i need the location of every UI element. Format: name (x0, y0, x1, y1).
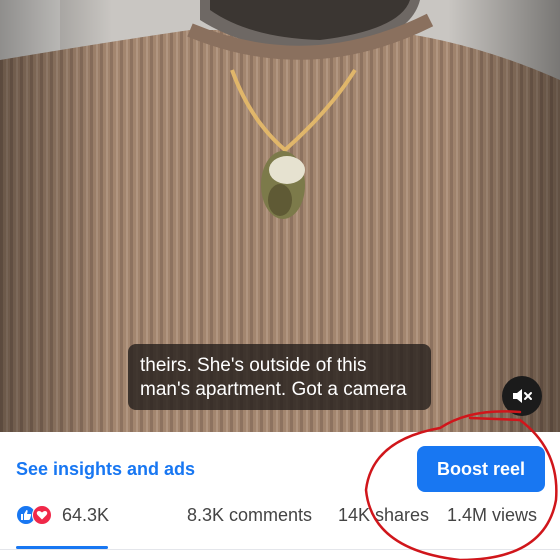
reaction-icons (16, 504, 56, 526)
reactions-summary[interactable]: 64.3K (16, 504, 109, 526)
divider (0, 549, 560, 550)
love-reaction-icon (32, 505, 52, 525)
caption-line-2: man's apartment. Got a camera (140, 379, 407, 400)
boost-reel-button[interactable]: Boost reel (417, 446, 545, 492)
caption-line-1: theirs. She's outside of this (140, 355, 367, 376)
reel-video[interactable]: theirs. She's outside of this man's apar… (0, 0, 560, 432)
comments-count[interactable]: 8.3K comments (187, 505, 312, 526)
reaction-count: 64.3K (62, 504, 110, 525)
engagement-stats: 64.3K 8.3K comments 14K shares 1.4M view… (0, 504, 560, 534)
see-insights-link[interactable]: See insights and ads (16, 459, 195, 480)
speaker-muted-icon (513, 389, 532, 403)
subtitle-caption: theirs. She's outside of this man's apar… (128, 344, 431, 410)
shares-count[interactable]: 14K shares (338, 505, 429, 526)
views-count: 1.4M views (447, 505, 538, 525)
reel-actions-panel: See insights and ads Boost reel 64.3K 8.… (0, 432, 560, 560)
mute-button[interactable] (502, 376, 542, 416)
